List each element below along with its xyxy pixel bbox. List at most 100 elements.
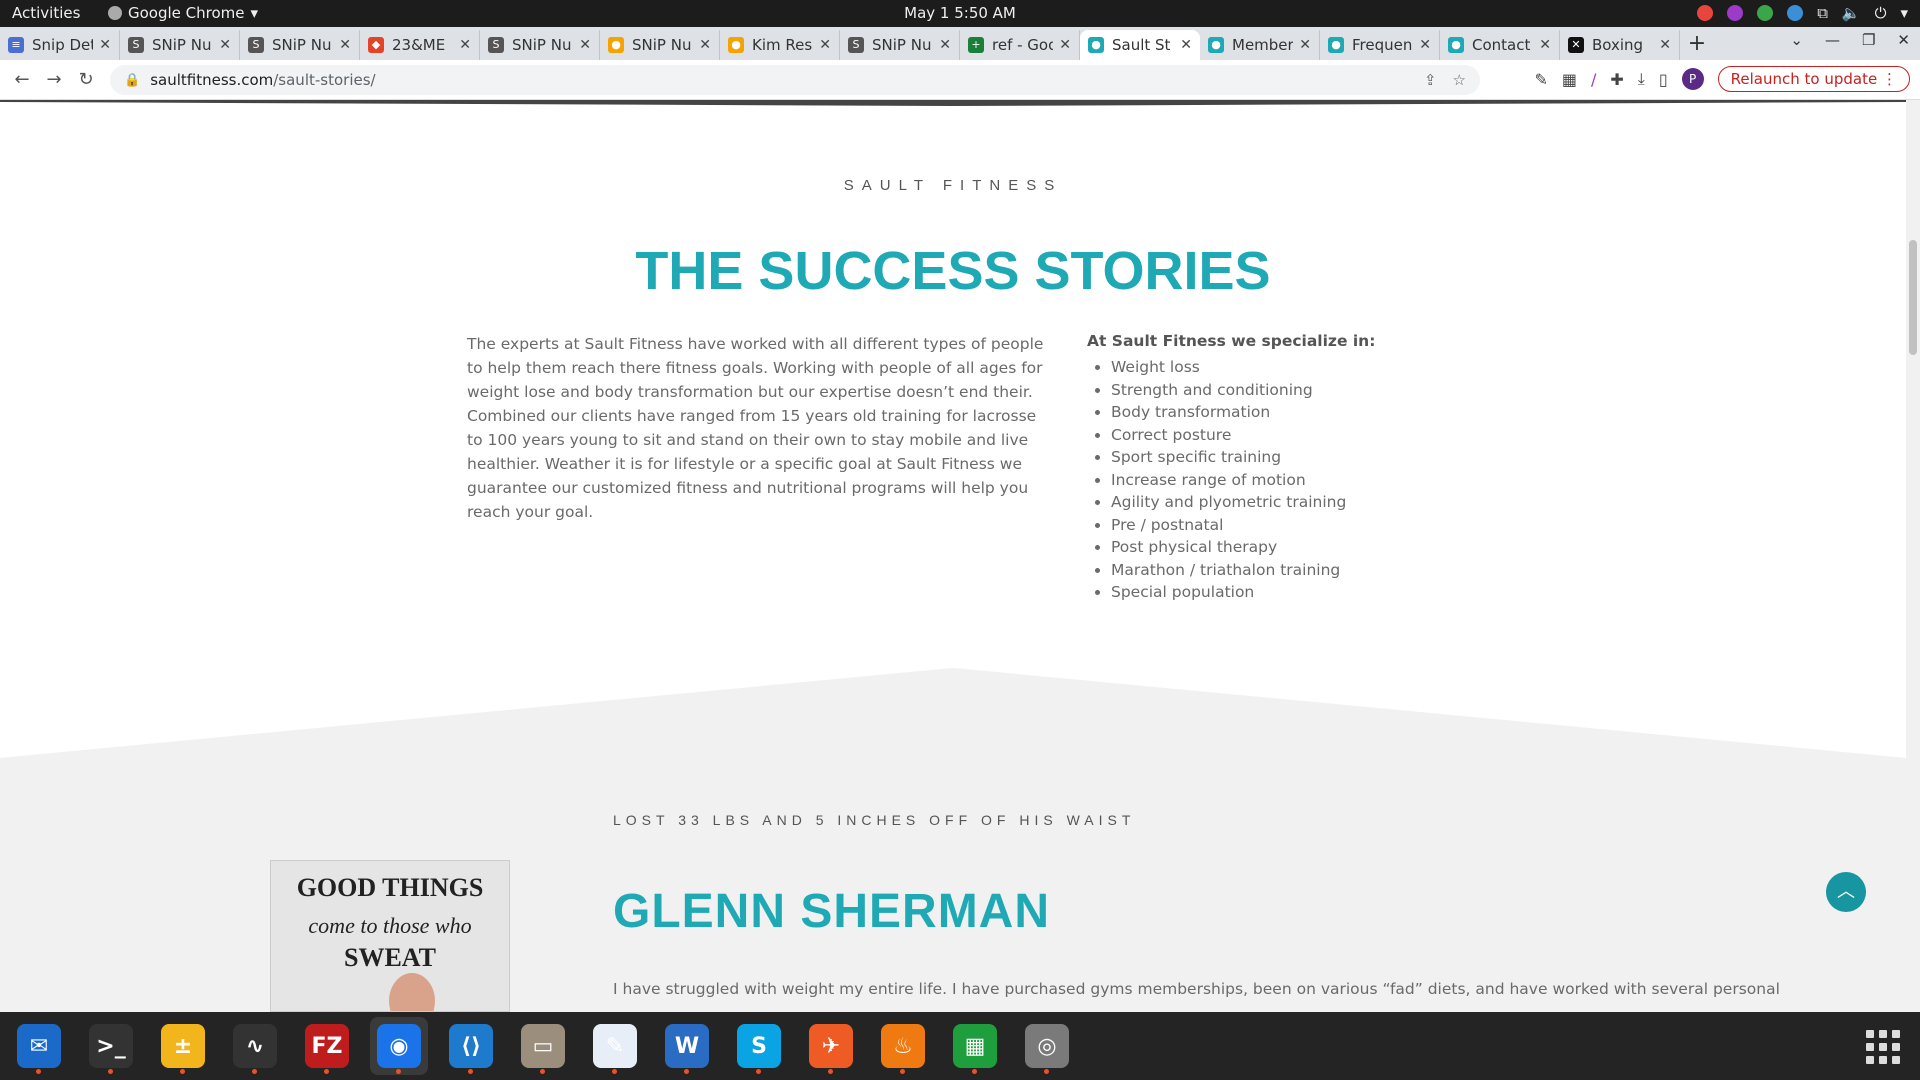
tab-close-icon[interactable]: ✕ — [1659, 37, 1671, 53]
pen-extension-icon[interactable]: / — [1591, 70, 1596, 89]
network-icon[interactable]: ⧉ — [1817, 4, 1828, 22]
disc-icon[interactable]: ◎ — [1018, 1017, 1076, 1075]
tab-4[interactable]: S SNiP Nu ✕ — [480, 30, 600, 60]
tab-close-icon[interactable]: ✕ — [579, 37, 591, 53]
activities-button[interactable]: Activities — [12, 4, 80, 22]
volume-icon[interactable]: 🔈 — [1842, 4, 1861, 22]
profile-avatar[interactable]: P — [1681, 68, 1704, 90]
tab-close-icon[interactable]: ✕ — [1539, 37, 1551, 53]
page-scrollbar[interactable] — [1906, 100, 1920, 1012]
top-divider-shape — [0, 100, 1906, 106]
tab-favicon-icon: S — [128, 37, 144, 53]
tab-11[interactable]: ● Frequen ✕ — [1320, 30, 1440, 60]
filezilla-icon-glyph: FZ — [305, 1024, 349, 1068]
tab-close-icon[interactable]: ✕ — [819, 37, 831, 53]
libreoffice-calc-icon-glyph: ▦ — [953, 1024, 997, 1068]
tab-close-icon[interactable]: ✕ — [219, 37, 231, 53]
filezilla-icon[interactable]: FZ — [298, 1017, 356, 1075]
running-indicator — [540, 1069, 545, 1074]
check-tray-icon[interactable] — [1757, 5, 1774, 21]
extensions-puzzle-icon[interactable]: ✚ — [1610, 70, 1623, 89]
eyedropper-extension-icon[interactable]: ✎ — [1534, 70, 1547, 89]
tab-close-icon[interactable]: ✕ — [99, 37, 111, 53]
brasero-icon[interactable]: ♨ — [874, 1017, 932, 1075]
text-editor-icon[interactable]: ✎ — [586, 1017, 644, 1075]
app-tray-icon[interactable] — [1727, 5, 1744, 21]
calendar-extension-icon[interactable]: ▦ — [1562, 70, 1577, 89]
tab-favicon-icon: + — [968, 37, 984, 53]
tab-0[interactable]: ≡ Snip Det ✕ — [0, 30, 120, 60]
postman-icon-glyph: ✈ — [809, 1024, 853, 1068]
chevron-down-icon: ▾ — [250, 4, 259, 22]
tab-close-icon[interactable]: ✕ — [459, 37, 471, 53]
relaunch-to-update-button[interactable]: Relaunch to update ⋮ — [1717, 66, 1910, 92]
tab-close-icon[interactable]: ✕ — [1180, 37, 1192, 53]
vscode-icon[interactable]: ⟨⟩ — [442, 1017, 500, 1075]
tab-12[interactable]: ● Contact ✕ — [1440, 30, 1560, 60]
forward-icon[interactable]: → — [38, 69, 70, 90]
minimize-icon[interactable]: — — [1825, 31, 1840, 49]
running-indicator — [756, 1069, 761, 1074]
specialty-item: Sport specific training — [1111, 446, 1467, 469]
tab-label: Contact — [1472, 36, 1531, 54]
skype-icon[interactable]: S — [730, 1017, 788, 1075]
reload-icon[interactable]: ↻ — [70, 69, 102, 90]
story-text: I have struggled with weight my entire l… — [613, 980, 1780, 998]
specialty-item: Marathon / triathalon training — [1111, 559, 1467, 582]
tab-label: ref - Goo — [992, 36, 1054, 54]
tab-close-icon[interactable]: ✕ — [339, 37, 351, 53]
power-icon[interactable]: ⏻ — [1875, 4, 1887, 22]
bookmark-star-icon[interactable]: ☆ — [1453, 71, 1466, 89]
tab-9[interactable]: ● Sault St ✕ — [1080, 30, 1200, 60]
scrollbar-thumb[interactable] — [1909, 240, 1917, 355]
tab-close-icon[interactable]: ✕ — [1059, 37, 1071, 53]
side-panel-icon[interactable]: ▯ — [1659, 70, 1668, 89]
libreoffice-writer-icon[interactable]: W — [658, 1017, 716, 1075]
back-to-top-button[interactable]: ︿ — [1826, 872, 1866, 912]
show-applications-icon[interactable] — [1866, 1030, 1900, 1064]
restore-icon[interactable]: ❐ — [1862, 31, 1875, 49]
chrome-tray-icon[interactable] — [1697, 5, 1714, 21]
terminal-icon[interactable]: >_ — [82, 1017, 140, 1075]
toolbar-actions: ✎ ▦ / ✚ ⤓ ▯ P Relaunch to update ⋮ — [1534, 66, 1910, 92]
clock[interactable]: May 1 5:50 AM — [904, 4, 1016, 22]
address-bar[interactable]: 🔒 saultfitness.com/sault-stories/ ⇪ ☆ — [110, 65, 1480, 95]
lock-icon[interactable]: 🔒 — [124, 73, 140, 88]
tab-2[interactable]: S SNiP Nu ✕ — [240, 30, 360, 60]
sync-tray-icon[interactable] — [1787, 5, 1804, 21]
tab-10[interactable]: ● Member ✕ — [1200, 30, 1320, 60]
tab-favicon-icon: ● — [728, 37, 744, 53]
chrome-icon[interactable]: ◉ — [370, 1017, 428, 1075]
download-icon[interactable]: ⤓ — [1638, 69, 1645, 89]
calculator-icon-glyph: ± — [161, 1024, 205, 1068]
tab-search-icon[interactable]: ⌄ — [1790, 31, 1803, 49]
system-monitor-icon[interactable]: ∿ — [226, 1017, 284, 1075]
section-eyebrow: SAULT FITNESS — [843, 177, 1063, 194]
tab-1[interactable]: S SNiP Nu ✕ — [120, 30, 240, 60]
tab-close-icon[interactable]: ✕ — [939, 37, 951, 53]
tab-3[interactable]: ◆ 23&ME ✕ — [360, 30, 480, 60]
chevron-down-icon[interactable]: ▾ — [1900, 4, 1908, 22]
back-icon[interactable]: ← — [6, 69, 38, 90]
close-window-icon[interactable]: ✕ — [1897, 31, 1910, 49]
tab-7[interactable]: S SNiP Nu ✕ — [840, 30, 960, 60]
tab-close-icon[interactable]: ✕ — [1299, 37, 1311, 53]
postman-icon[interactable]: ✈ — [802, 1017, 860, 1075]
tab-close-icon[interactable]: ✕ — [1419, 37, 1431, 53]
tab-5[interactable]: ● SNiP Nu ✕ — [600, 30, 720, 60]
tab-label: Sault St — [1112, 36, 1171, 54]
new-tab-icon[interactable]: + — [1680, 30, 1714, 60]
files-icon[interactable]: ▭ — [514, 1017, 572, 1075]
tab-6[interactable]: ● Kim Res ✕ — [720, 30, 840, 60]
app-menu[interactable]: Google Chrome ▾ — [108, 4, 258, 22]
app-menu-label: Google Chrome — [128, 4, 245, 22]
system-tray[interactable]: ⧉ 🔈 ⏻ ▾ — [1697, 4, 1908, 22]
tab-13[interactable]: ✕ Boxing ✕ — [1560, 30, 1680, 60]
calculator-icon[interactable]: ± — [154, 1017, 212, 1075]
tab-8[interactable]: + ref - Goo ✕ — [960, 30, 1080, 60]
thunderbird-icon[interactable]: ✉ — [10, 1017, 68, 1075]
libreoffice-calc-icon[interactable]: ▦ — [946, 1017, 1004, 1075]
story-name: GLENN SHERMAN — [613, 885, 1051, 938]
tab-close-icon[interactable]: ✕ — [699, 37, 711, 53]
share-icon[interactable]: ⇪ — [1424, 71, 1437, 89]
